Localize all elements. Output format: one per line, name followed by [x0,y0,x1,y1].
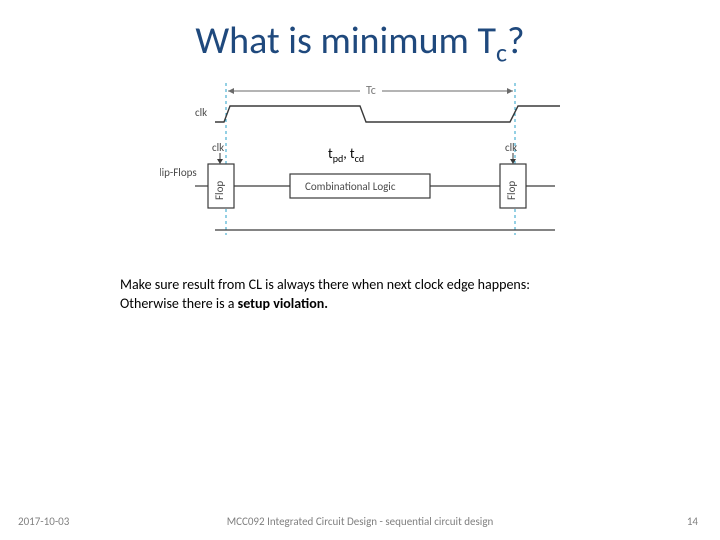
title-pre: What is minimum T [195,18,496,64]
body-line2a: Otherwise there is a [120,295,238,312]
flipflops-label: Flip-Flops [160,166,197,179]
slide-title: What is minimum Tc? [0,18,720,69]
footer-course: MCC092 Integrated Circuit Design - seque… [0,515,720,528]
flop-right-label: Flop [505,181,518,200]
tc-label: Tc [366,84,376,98]
tpd-tcd-label: tpd, tcd [326,145,366,165]
footer-page: 14 [687,515,698,528]
body-line2: Otherwise there is a setup violation. [120,295,660,314]
timing-diagram: Tc clk Flip-Flops clk clk Flop Flop Comb… [160,80,590,240]
title-sub: c [496,37,507,69]
body-text: Make sure result from CL is always there… [120,276,660,314]
body-line2b: setup violation. [238,295,328,312]
flop-left-label: Flop [213,181,226,200]
body-line1: Make sure result from CL is always there… [120,276,660,295]
comma: , [343,145,350,162]
comb-logic-label: Combinational Logic [305,180,396,193]
clk-label-top: clk [195,106,207,119]
pd-sub: pd [333,152,344,165]
title-post: ? [507,18,525,64]
clk-label-left: clk [212,141,224,154]
cd-sub: cd [355,152,364,165]
clk-label-right: clk [505,141,517,154]
slide: What is minimum Tc? Tc clk Flip-Flops cl… [0,0,720,540]
